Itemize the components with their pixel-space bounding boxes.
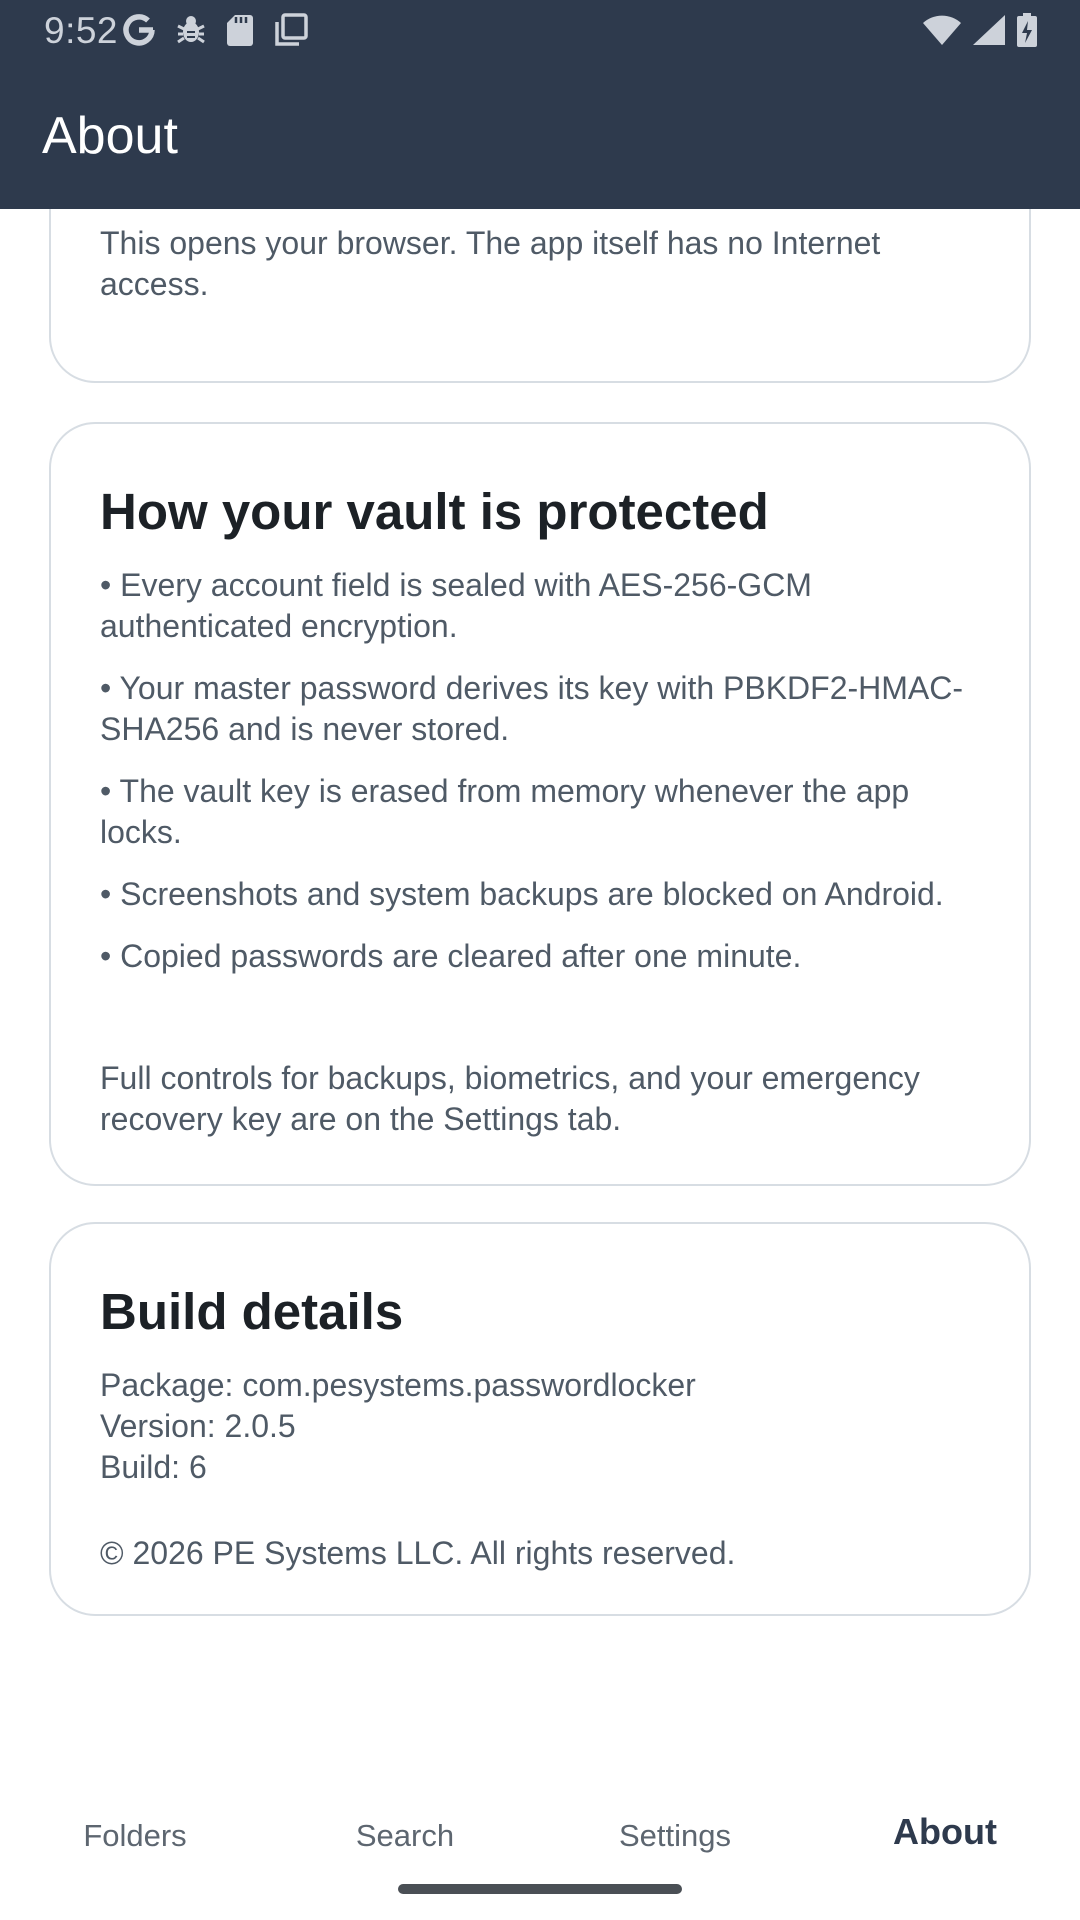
page-title: About (42, 107, 178, 165)
nav-about[interactable]: About (810, 1812, 1080, 1852)
copy-icon (274, 12, 308, 52)
nav-settings[interactable]: Settings (540, 1816, 810, 1856)
protection-bullet: • Screenshots and system backups are blo… (100, 876, 944, 912)
nav-folders[interactable]: Folders (0, 1816, 270, 1856)
home-indicator[interactable] (398, 1884, 682, 1894)
build-details-title: Build details (100, 1283, 404, 1340)
copyright-text: © 2026 PE Systems LLC. All rights reserv… (100, 1535, 736, 1571)
battery-charging-icon (1016, 12, 1038, 53)
build-info: Package: com.pesystems.passwordlocker Ve… (100, 1365, 977, 1488)
status-bar: 9:52 (0, 0, 1080, 62)
package-name: Package: com.pesystems.passwordlocker (100, 1367, 696, 1403)
build-details-card: Build details Package: com.pesystems.pas… (49, 1222, 1031, 1616)
protection-bullet: • Copied passwords are cleared after one… (100, 938, 802, 974)
sd-card-icon (226, 13, 254, 52)
protection-bullet: • Your master password derives its key w… (100, 670, 964, 747)
status-time: 9:52 (44, 10, 119, 51)
wifi-icon (922, 14, 962, 51)
protection-bullet: • Every account field is sealed with AES… (100, 567, 812, 644)
vault-protection-card: How your vault is protected • Every acco… (49, 422, 1031, 1186)
open-website-card: This opens your browser. The app itself … (49, 209, 1031, 383)
browser-note-text: This opens your browser. The app itself … (100, 225, 881, 302)
bottom-navigation: Folders Search Settings About (0, 1760, 1080, 1920)
signal-icon (972, 14, 1006, 51)
protection-bullet: • The vault key is erased from memory wh… (100, 773, 910, 850)
build-number: Build: 6 (100, 1449, 207, 1485)
vault-protection-title: How your vault is protected (100, 483, 769, 540)
google-icon (122, 12, 156, 53)
app-bar: 9:52 About (0, 0, 1080, 209)
settings-note-text: Full controls for backups, biometrics, a… (100, 1060, 920, 1137)
status-icons-left (122, 12, 308, 52)
nav-search[interactable]: Search (270, 1816, 540, 1856)
version-number: Version: 2.0.5 (100, 1408, 296, 1444)
bug-icon (176, 14, 206, 51)
protection-bullet-list: • Every account field is sealed with AES… (100, 565, 977, 998)
about-scroll-content[interactable]: This opens your browser. The app itself … (0, 209, 1080, 1760)
status-icons-right (922, 12, 1038, 52)
